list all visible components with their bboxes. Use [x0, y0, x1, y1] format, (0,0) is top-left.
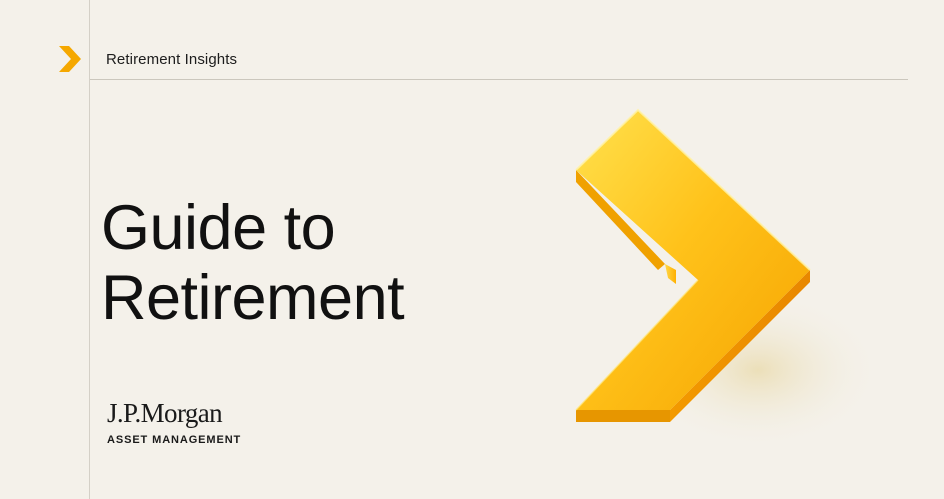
chevron-right-icon — [59, 46, 81, 72]
page-title: Guide to Retirement — [101, 193, 405, 333]
hero-chevron-icon — [575, 108, 883, 450]
section-label: Retirement Insights — [106, 51, 238, 68]
cover-page: Retirement Insights Guide to Retirement … — [0, 0, 944, 499]
left-divider — [89, 0, 90, 499]
jpmorgan-logo: J.P.Morgan ASSET MANAGEMENT — [107, 398, 241, 446]
logo-name: J.P.Morgan — [107, 398, 223, 428]
title-line-1: Guide to — [101, 193, 336, 263]
header-divider — [90, 79, 908, 80]
title-line-2: Retirement — [101, 263, 405, 333]
logo-subtitle: ASSET MANAGEMENT — [107, 434, 242, 446]
